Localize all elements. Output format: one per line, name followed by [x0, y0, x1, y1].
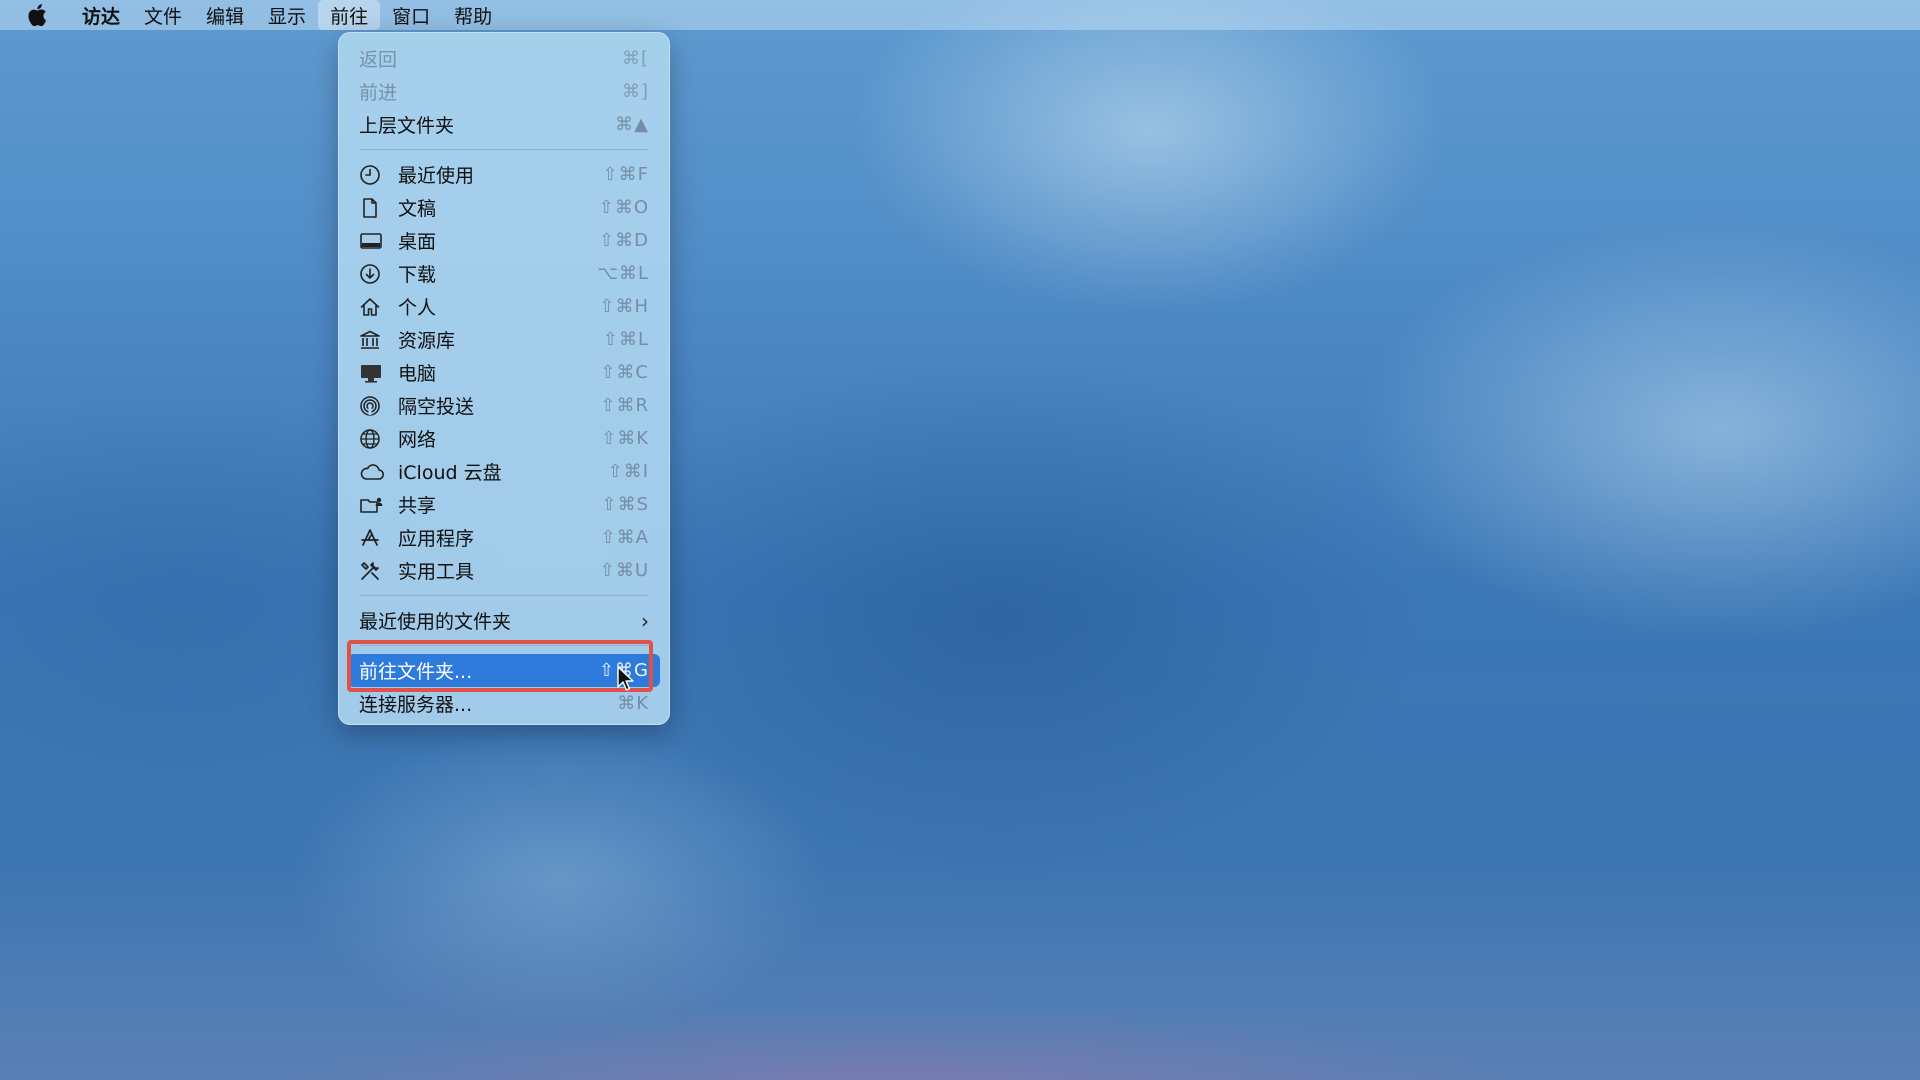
menu-item-label: 下载 [398, 264, 437, 286]
menu-item-label: 文稿 [398, 198, 437, 220]
shortcut-label: ⇧⌘F [602, 164, 649, 185]
apple-logo-icon[interactable] [24, 0, 50, 30]
menubar-item-help[interactable]: 帮助 [442, 0, 504, 30]
menu-item-forward[interactable]: 前进 ⌘] [348, 75, 660, 108]
shortcut-label: ⇧⌘U [599, 560, 649, 581]
menu-item-label: 资源库 [398, 330, 456, 352]
shortcut-label: ⌘▲ [615, 114, 649, 135]
desktop-wallpaper: 访达 文件 编辑 显示 前往 窗口 帮助 返回 ⌘[ 前进 ⌘] 上层文件夹 ⌘… [0, 0, 1920, 1080]
airdrop-icon [359, 394, 387, 418]
menu-item-downloads[interactable]: 下载 ⌥⌘L [348, 257, 660, 290]
shortcut-label: ⇧⌘R [600, 395, 649, 416]
menu-separator [359, 595, 649, 596]
menu-item-label: 上层文件夹 [359, 115, 455, 137]
go-menu-dropdown: 返回 ⌘[ 前进 ⌘] 上层文件夹 ⌘▲ 最近使用 ⇧⌘F 文稿 ⇧⌘O 桌面 … [338, 32, 670, 725]
annotation-highlight-box [347, 640, 653, 692]
menu-item-label: 隔空投送 [398, 396, 475, 418]
menubar-item-window[interactable]: 窗口 [380, 0, 442, 30]
computer-icon [359, 361, 387, 385]
network-icon [359, 427, 387, 451]
menubar-item-go[interactable]: 前往 [318, 0, 381, 30]
menu-item-back[interactable]: 返回 ⌘[ [348, 42, 660, 75]
shortcut-label: ⇧⌘A [600, 527, 649, 548]
menu-item-computer[interactable]: 电脑 ⇧⌘C [348, 356, 660, 389]
menu-item-label: iCloud 云盘 [398, 462, 502, 484]
menu-item-shared[interactable]: 共享 ⇧⌘S [348, 488, 660, 521]
shortcut-label: ⇧⌘K [601, 428, 649, 449]
menubar-item-file[interactable]: 文件 [132, 0, 194, 30]
applications-icon [359, 526, 387, 550]
menu-item-icloud-drive[interactable]: iCloud 云盘 ⇧⌘I [348, 455, 660, 488]
menu-item-label: 前进 [359, 82, 398, 104]
shortcut-label: ⇧⌘I [607, 461, 649, 482]
menu-item-utilities[interactable]: 实用工具 ⇧⌘U [348, 554, 660, 587]
menu-separator [359, 149, 649, 150]
menu-bar: 访达 文件 编辑 显示 前往 窗口 帮助 [0, 0, 1920, 30]
menu-item-applications[interactable]: 应用程序 ⇧⌘A [348, 521, 660, 554]
menu-item-airdrop[interactable]: 隔空投送 ⇧⌘R [348, 389, 660, 422]
menu-item-label: 应用程序 [398, 528, 475, 550]
shortcut-label: ⇧⌘C [600, 362, 649, 383]
menu-item-label: 电脑 [398, 363, 437, 385]
shortcut-label: ⇧⌘L [602, 329, 649, 350]
menu-item-label: 最近使用 [398, 165, 475, 187]
menu-item-home[interactable]: 个人 ⇧⌘H [348, 290, 660, 323]
menubar-item-edit[interactable]: 编辑 [194, 0, 256, 30]
chevron-right-icon: › [641, 608, 649, 633]
menubar-item-view[interactable]: 显示 [256, 0, 318, 30]
menu-item-documents[interactable]: 文稿 ⇧⌘O [348, 191, 660, 224]
shortcut-label: ⇧⌘O [598, 197, 649, 218]
menu-item-label: 桌面 [398, 231, 437, 253]
desktop-icon [359, 229, 387, 253]
menu-item-recents[interactable]: 最近使用 ⇧⌘F [348, 158, 660, 191]
menubar-item-finder[interactable]: 访达 [70, 0, 132, 30]
menu-item-label: 共享 [398, 495, 437, 517]
menu-item-label: 实用工具 [398, 561, 475, 583]
library-icon [359, 328, 387, 352]
home-icon [359, 295, 387, 319]
menu-item-desktop[interactable]: 桌面 ⇧⌘D [348, 224, 660, 257]
menu-item-network[interactable]: 网络 ⇧⌘K [348, 422, 660, 455]
menu-item-label: 最近使用的文件夹 [359, 611, 512, 633]
shared-folder-icon [359, 493, 387, 517]
shortcut-label: ⌘] [621, 81, 649, 102]
utilities-icon [359, 559, 387, 583]
shortcut-label: ⇧⌘D [599, 230, 649, 251]
icloud-icon [359, 460, 387, 484]
mouse-pointer-icon [617, 666, 635, 692]
menu-item-enclosing-folder[interactable]: 上层文件夹 ⌘▲ [348, 108, 660, 141]
menu-item-recent-folders[interactable]: 最近使用的文件夹 › [348, 604, 660, 637]
menu-item-label: 返回 [359, 49, 398, 71]
shortcut-label: ⌥⌘L [597, 263, 649, 284]
shortcut-label: ⇧⌘H [599, 296, 649, 317]
shortcut-label: ⇧⌘S [601, 494, 649, 515]
menu-item-label: 个人 [398, 297, 437, 319]
menu-item-label: 连接服务器... [359, 694, 473, 716]
document-icon [359, 196, 387, 220]
menu-item-label: 网络 [398, 429, 437, 451]
shortcut-label: ⌘[ [621, 48, 649, 69]
download-icon [359, 262, 387, 286]
clock-icon [359, 163, 387, 187]
shortcut-label: ⌘K [617, 693, 649, 714]
menu-item-library[interactable]: 资源库 ⇧⌘L [348, 323, 660, 356]
